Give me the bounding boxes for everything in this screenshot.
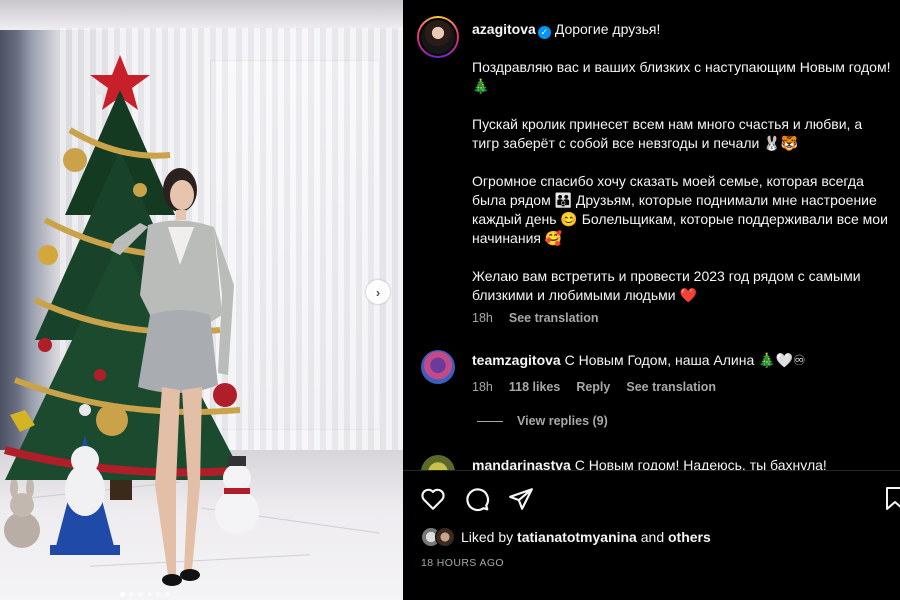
- likes-summary[interactable]: Liked by tatianatotmyanina and others: [421, 527, 711, 547]
- caption-paragraph: Огромное спасибо хочу сказать моей семье…: [472, 173, 888, 246]
- comment-likes[interactable]: 118 likes: [509, 380, 560, 394]
- caption-paragraph: Пускай кролик принесет всем нам много сч…: [472, 116, 863, 151]
- snowman-figurine: [215, 456, 259, 534]
- santa-figurine: [50, 435, 120, 555]
- chevron-right-icon: ›: [375, 284, 381, 300]
- post-caption: azagitova ✓ Дорогие друзья! Поздравляю вас…: [472, 20, 892, 305]
- comment-text: С Новым годом! Надеюсь, ты бахнула!: [574, 457, 827, 470]
- liked-by-prefix: Liked by: [461, 529, 514, 545]
- comment-username[interactable]: teamzagitova: [472, 352, 561, 368]
- bookmark-icon[interactable]: [885, 486, 900, 512]
- carousel-dot: [147, 592, 152, 597]
- liker-avatar: [435, 527, 455, 547]
- author-avatar[interactable]: [417, 16, 459, 58]
- post-side-panel: azagitova ✓ Дорогие друзья! Поздравляю вас…: [403, 0, 900, 600]
- carousel-dot: [138, 592, 143, 597]
- author-username[interactable]: azagitova: [472, 21, 536, 37]
- caption-greeting: Дорогие друзья!: [554, 21, 661, 37]
- verified-icon: ✓: [537, 26, 551, 39]
- see-translation-link[interactable]: See translation: [626, 380, 716, 394]
- caption-paragraph: Желаю вам встретить и провести 2023 год …: [472, 268, 861, 303]
- comment-username[interactable]: mandarinastva: [472, 457, 571, 470]
- carousel-dot: [129, 592, 134, 597]
- view-replies-label: View replies (9): [517, 414, 608, 428]
- comments-section[interactable]: azagitova ✓ Дорогие друзья! Поздравляю вас…: [403, 0, 900, 470]
- caption-time: 18h: [472, 311, 493, 325]
- liked-by-and: and: [640, 529, 665, 545]
- commenter-avatar[interactable]: [421, 350, 455, 384]
- action-bar: [420, 486, 534, 512]
- carousel-dot: [120, 592, 125, 597]
- actions-divider: [403, 470, 900, 471]
- likes-text: Liked by tatianatotmyanina and others: [461, 529, 711, 545]
- heart-icon[interactable]: [420, 486, 446, 512]
- commenter-avatar[interactable]: [421, 455, 455, 470]
- replies-divider-line: [477, 420, 503, 422]
- caption-paragraph: Поздравляю вас и ваших близких с наступа…: [472, 59, 891, 94]
- share-icon[interactable]: [508, 486, 534, 512]
- toy-bunny: [4, 480, 40, 548]
- comment-item: teamzagitova С Новым Годом, наша Алина 🎄…: [472, 351, 892, 370]
- photo-ceiling: [0, 0, 403, 30]
- comment-time: 18h: [472, 380, 493, 394]
- reply-button[interactable]: Reply: [576, 380, 610, 394]
- carousel-next-button[interactable]: ›: [366, 280, 390, 304]
- post-timestamp: 18 HOURS AGO: [421, 557, 504, 569]
- carousel-dot: [156, 592, 161, 597]
- comment-meta: 18h 118 likes Reply See translation: [472, 380, 716, 394]
- carousel-dot: [165, 592, 170, 597]
- see-translation-link[interactable]: See translation: [509, 311, 599, 325]
- caption-meta: 18h See translation: [472, 311, 598, 325]
- post-photo[interactable]: ›: [0, 0, 403, 600]
- liked-by-username[interactable]: tatianatotmyanina: [517, 529, 637, 545]
- comment-icon[interactable]: [464, 486, 490, 512]
- liked-by-others[interactable]: others: [668, 529, 711, 545]
- comment-item: mandarinastva С Новым годом! Надеюсь, ты…: [472, 456, 892, 470]
- comment-text: С Новым Годом, наша Алина 🎄🤍♾: [564, 352, 806, 368]
- view-replies-button[interactable]: View replies (9): [477, 414, 608, 428]
- carousel-dots: [120, 592, 170, 597]
